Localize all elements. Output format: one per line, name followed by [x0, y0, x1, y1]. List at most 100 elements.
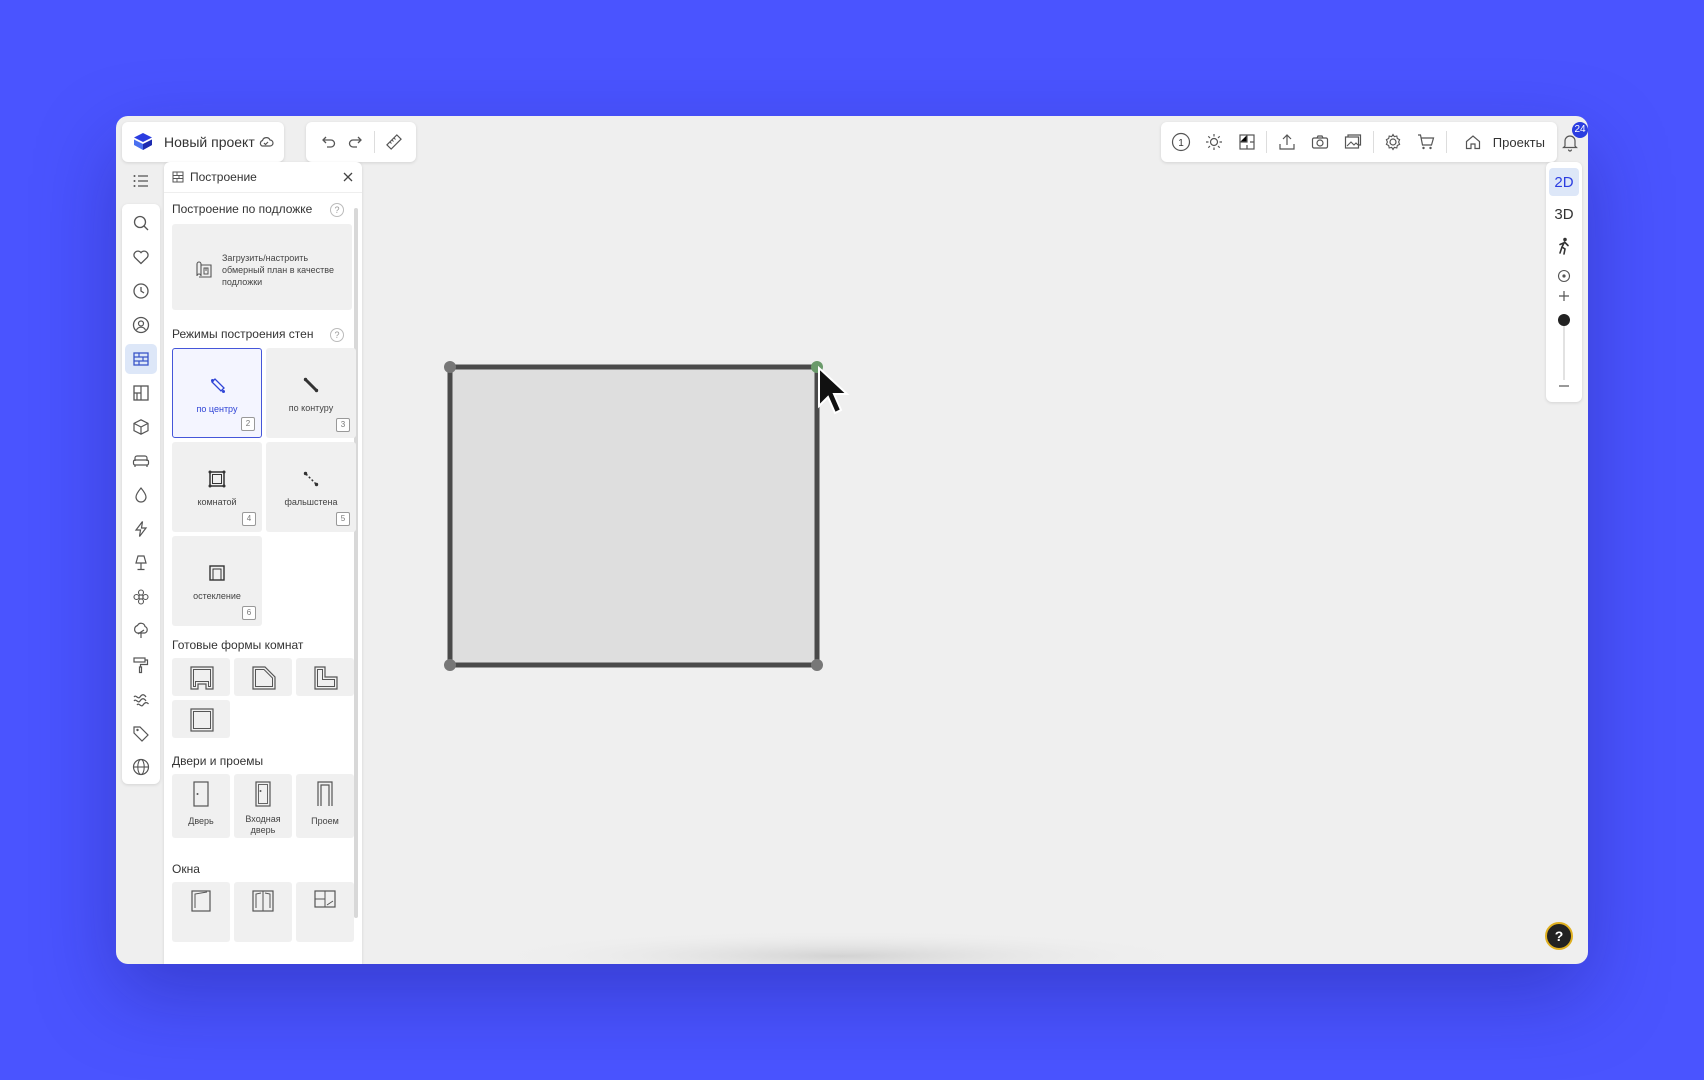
upload-underlay-button[interactable]: Загрузить/настроить обмерный план в каче…: [172, 224, 352, 310]
upload-underlay-label: Загрузить/настроить обмерный план в каче…: [222, 253, 334, 287]
wall-node[interactable]: [444, 361, 456, 373]
underlay-help-icon[interactable]: ?: [330, 203, 344, 217]
zoom-fit-target-icon[interactable]: [1549, 266, 1579, 286]
wall-mode-label: по центру: [196, 404, 238, 414]
profile-icon[interactable]: [125, 310, 157, 340]
panel-scrollbar[interactable]: [354, 208, 358, 918]
textures-wave-icon[interactable]: [125, 684, 157, 714]
search-icon[interactable]: [125, 208, 157, 238]
construction-walls-icon[interactable]: [125, 344, 157, 374]
shape-cut-corner-icon: [251, 665, 277, 691]
wall-mode-label: фальшстена: [284, 497, 338, 507]
wall-mode-room[interactable]: комнатой 4: [172, 442, 262, 532]
wall-mode-contour[interactable]: по контуру 3: [266, 348, 356, 438]
hotkey-badge: 4: [242, 512, 256, 526]
zoom-out-minus-icon[interactable]: [1549, 376, 1579, 396]
view-2d-button[interactable]: 2D: [1549, 168, 1579, 196]
panel-title: Построение: [190, 170, 257, 184]
door-icon: [191, 780, 211, 808]
entrance-door-item[interactable]: Входная дверь: [234, 774, 292, 838]
zoom-in-plus-icon[interactable]: [1549, 286, 1579, 306]
underlay-plan-icon: [194, 260, 214, 280]
room-shapes-section-title: Готовые формы комнат: [172, 638, 304, 652]
walk-mode-person-icon[interactable]: [1549, 232, 1579, 260]
room-rectangle[interactable]: [447, 364, 820, 668]
project-bar: Новый проект: [122, 122, 284, 162]
furniture-sofa-icon[interactable]: [125, 446, 157, 476]
menu-list-icon[interactable]: [125, 166, 157, 196]
doors-section-title: Двери и проемы: [172, 754, 264, 768]
tags-label-icon[interactable]: [125, 718, 157, 748]
paint-roller-icon[interactable]: [125, 650, 157, 680]
wall-mode-center[interactable]: по центру 2: [172, 348, 262, 438]
window-item-single[interactable]: [172, 882, 230, 942]
room-shape-recess[interactable]: [172, 658, 230, 696]
wall-mode-glazing[interactable]: остекление 6: [172, 536, 262, 626]
favorites-heart-icon[interactable]: [125, 242, 157, 272]
plumbing-drop-icon[interactable]: [125, 480, 157, 510]
app-window: Новый проект 1 Проекты 24 Построение Пос…: [116, 116, 1588, 964]
canvas-bottom-shadow: [482, 930, 1202, 964]
panel-header: Построение: [164, 162, 362, 193]
glazing-icon: [207, 563, 227, 583]
window-item-double[interactable]: [234, 882, 292, 942]
hotkey-badge: 6: [242, 606, 256, 620]
wall-node[interactable]: [444, 659, 456, 671]
mouse-cursor-icon: [818, 365, 850, 415]
room-shape-cut-corner[interactable]: [234, 658, 292, 696]
window-single-icon: [189, 888, 213, 912]
wall-modes-section-title: Режимы построения стен: [172, 327, 314, 341]
entrance-door-icon: [253, 780, 273, 808]
room-mode-icon: [207, 469, 227, 489]
opening-icon: [315, 780, 335, 808]
door-label: Дверь: [188, 816, 214, 826]
construction-panel: Построение Построение по подложке ? Загр…: [164, 162, 362, 964]
app-logo-icon[interactable]: [132, 131, 154, 153]
hotkey-badge: 3: [336, 418, 350, 432]
wall-mode-label: остекление: [193, 591, 241, 601]
opening-label: Проем: [311, 816, 339, 826]
door-item[interactable]: Дверь: [172, 774, 230, 838]
help-button[interactable]: ?: [1545, 922, 1573, 950]
window-triple-icon: [313, 888, 337, 912]
wall-modes-help-icon[interactable]: ?: [330, 328, 344, 342]
undo-icon[interactable]: [319, 133, 337, 151]
decor-flower-icon[interactable]: [125, 582, 157, 612]
cloud-save-icon[interactable]: [258, 134, 274, 150]
lamp-icon[interactable]: [125, 548, 157, 578]
zoom-slider-handle[interactable]: [1558, 314, 1570, 326]
false-wall-icon: [301, 469, 321, 489]
close-icon[interactable]: [342, 171, 354, 183]
hotkey-badge: 5: [336, 512, 350, 526]
wall-mode-label: по контуру: [288, 403, 334, 413]
drawing-canvas[interactable]: [362, 116, 1542, 964]
wall-mode-label: комнатой: [197, 497, 237, 507]
windows-section-title: Окна: [172, 862, 200, 876]
underlay-section-title: Построение по подложке: [172, 202, 313, 216]
opening-item[interactable]: Проем: [296, 774, 354, 838]
category-rail: [122, 204, 160, 784]
wall-mode-false-wall[interactable]: фальшстена 5: [266, 442, 356, 532]
panel-walls-icon: [172, 171, 184, 183]
center-wall-icon: [208, 376, 228, 396]
3d-objects-cube-icon[interactable]: [125, 412, 157, 442]
history-clock-icon[interactable]: [125, 276, 157, 306]
landscape-tree-icon[interactable]: [125, 616, 157, 646]
project-title[interactable]: Новый проект: [164, 134, 258, 150]
wall-node[interactable]: [811, 659, 823, 671]
hotkey-badge: 2: [241, 417, 255, 431]
room-shape-rectangle[interactable]: [172, 700, 230, 738]
electrical-bolt-icon[interactable]: [125, 514, 157, 544]
view-controls: 2D 3D: [1546, 162, 1582, 402]
globe-icon[interactable]: [125, 752, 157, 782]
entrance-door-label: Входная дверь: [245, 814, 281, 835]
room-shape-l[interactable]: [296, 658, 354, 696]
notifications-button[interactable]: 24: [1554, 122, 1588, 158]
shape-l-icon: [313, 665, 339, 691]
zoom-slider-track[interactable]: [1563, 320, 1565, 380]
rooms-icon[interactable]: [125, 378, 157, 408]
view-3d-button[interactable]: 3D: [1549, 200, 1579, 228]
window-double-icon: [251, 888, 275, 912]
window-item-triple[interactable]: [296, 882, 354, 942]
notification-badge: 24: [1572, 122, 1588, 138]
